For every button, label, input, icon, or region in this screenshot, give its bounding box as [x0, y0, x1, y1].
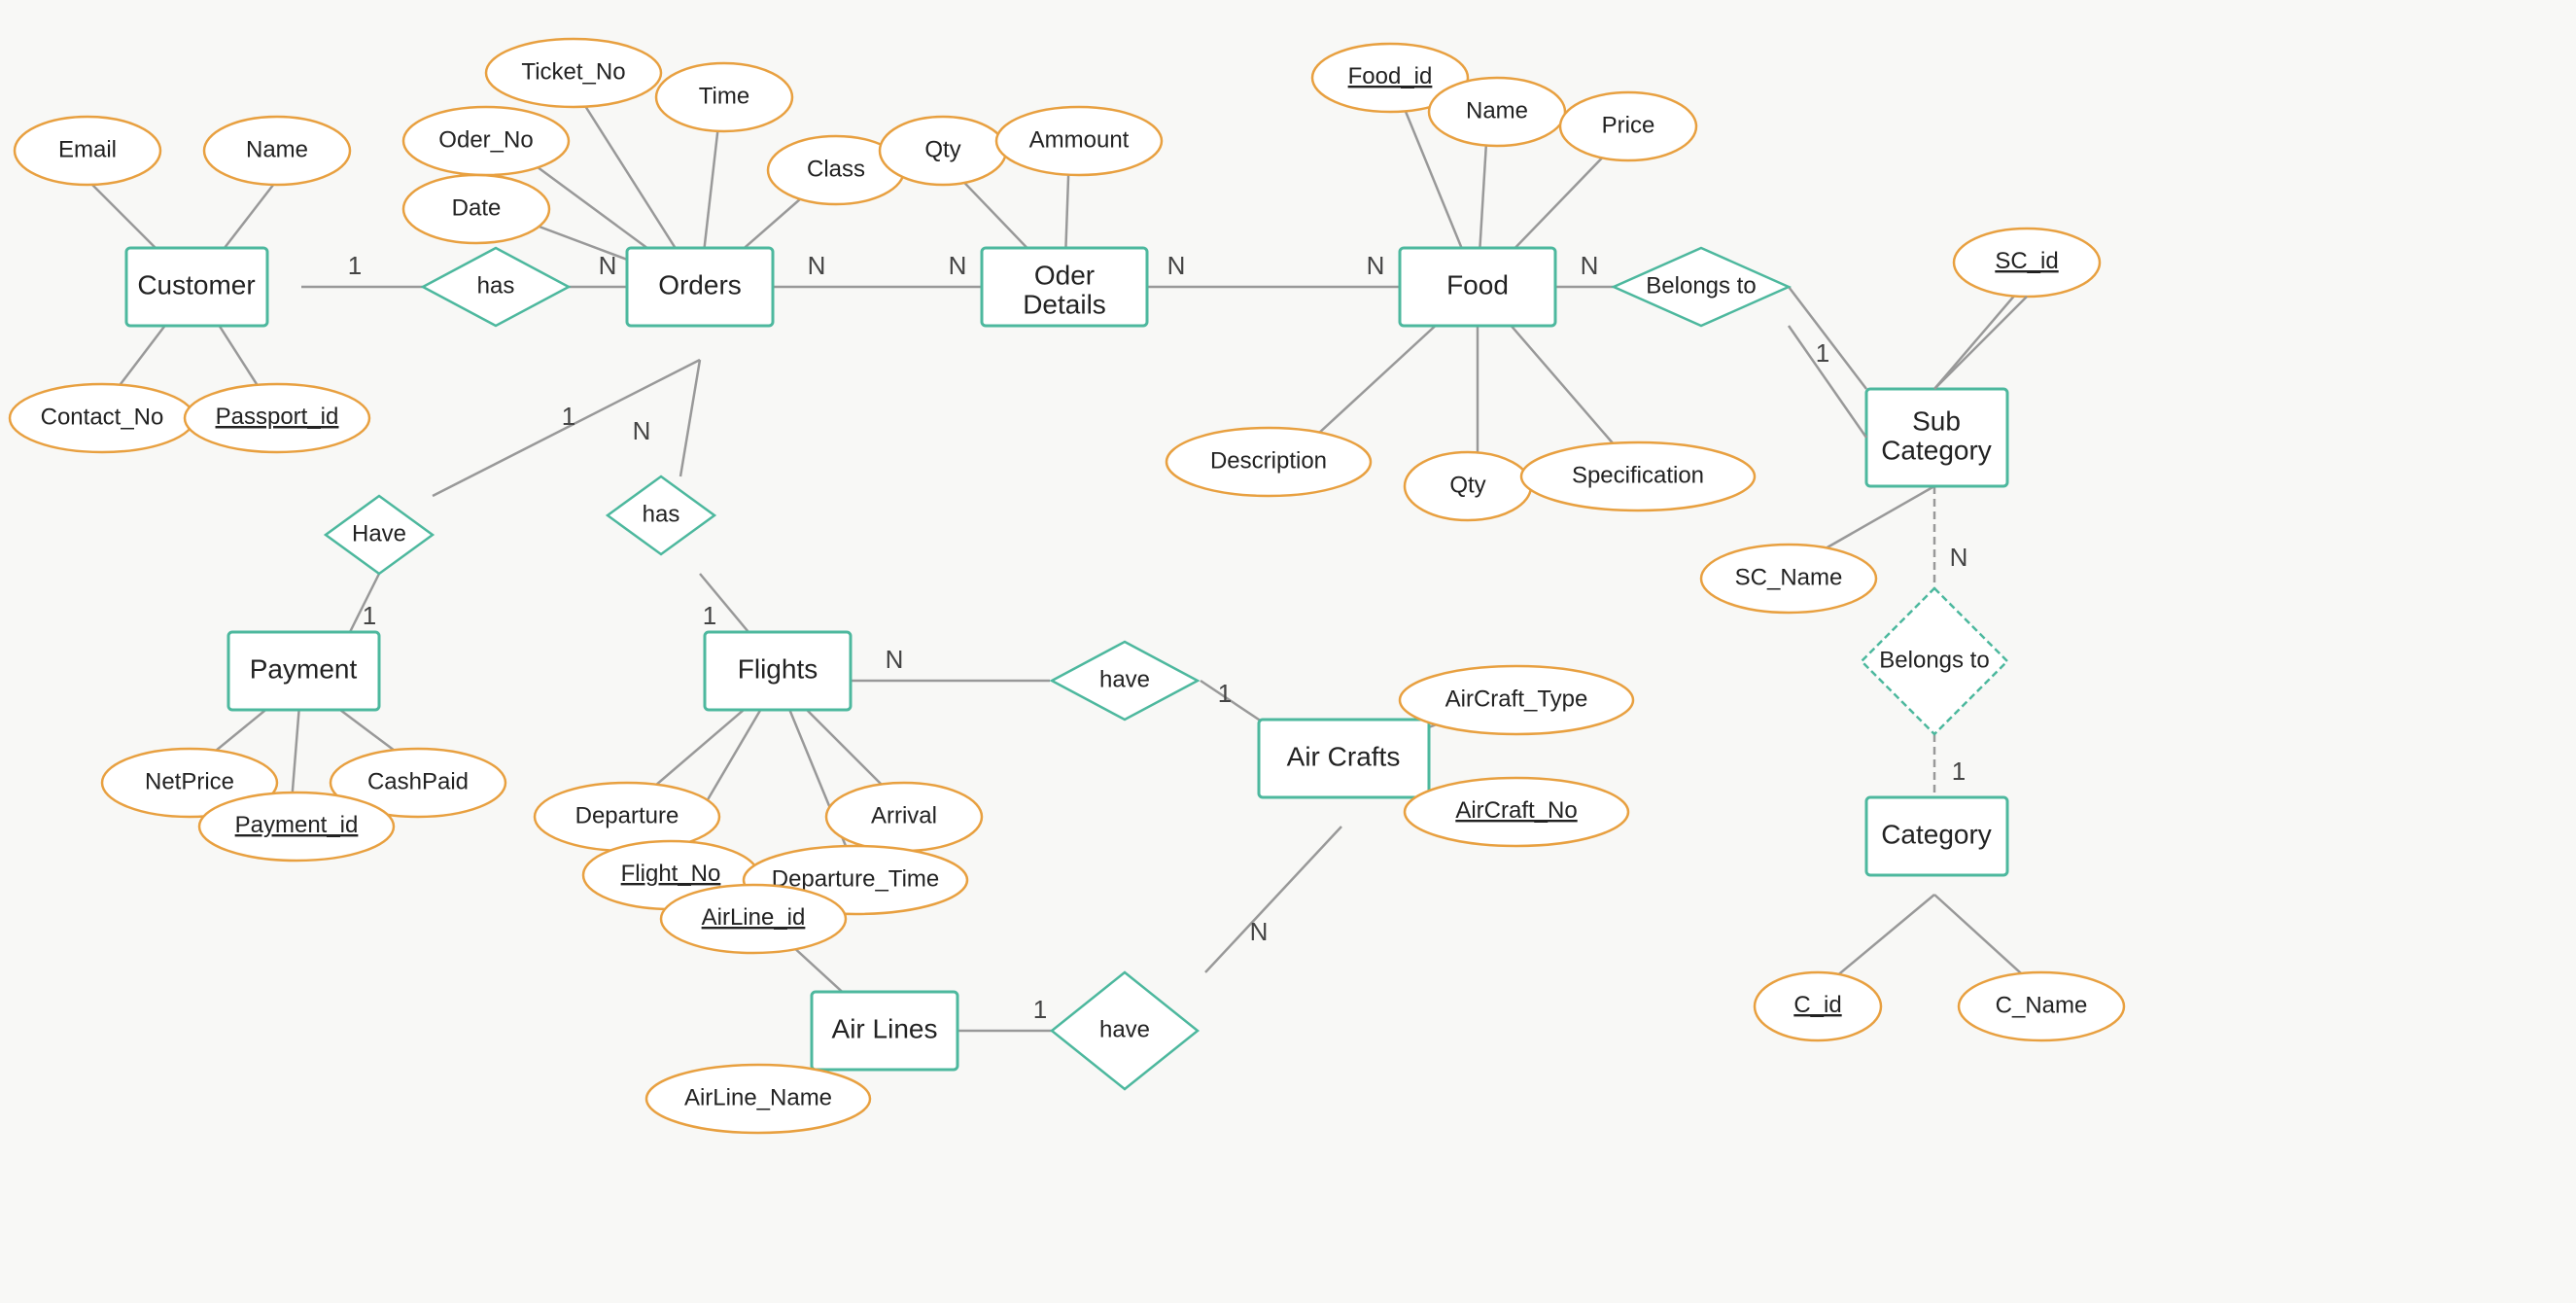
attr-c-id-label: C_id [1793, 992, 1841, 1018]
svg-text:N: N [1950, 543, 1968, 572]
svg-text:N: N [808, 251, 826, 280]
svg-text:N: N [886, 645, 904, 674]
attr-oder-no-label: Oder_No [438, 126, 533, 153]
svg-text:N: N [1250, 917, 1269, 946]
attr-airline-name-label: AirLine_Name [684, 1084, 832, 1110]
attr-ammount-label: Ammount [1029, 126, 1130, 153]
attr-cashpaid-label: CashPaid [367, 768, 469, 794]
rel-have2-label: have [1099, 666, 1150, 692]
attr-aircraft-type-label: AirCraft_Type [1445, 686, 1588, 712]
attr-date-label: Date [452, 194, 502, 221]
entity-sub-category-label1: Sub [1912, 405, 1961, 436]
entity-flights-label: Flights [738, 653, 818, 684]
svg-text:1: 1 [1816, 338, 1829, 368]
attr-c-name-label: C_Name [1996, 992, 2088, 1018]
rel-have3-label: have [1099, 1016, 1150, 1042]
rel-has1-label: has [477, 272, 515, 299]
attr-passport-id-label: Passport_id [216, 404, 339, 430]
attr-contact-no-label: Contact_No [41, 404, 164, 430]
svg-text:N: N [633, 416, 651, 445]
attr-email-label: Email [58, 136, 117, 162]
rel-belongs-to2-label: Belongs to [1879, 647, 1989, 673]
entity-oder-details-label2: Details [1023, 289, 1106, 319]
attr-ticket-no-label: Ticket_No [521, 58, 625, 85]
attr-food-id-label: Food_id [1348, 63, 1433, 89]
attr-sc-id-label: SC_id [1995, 248, 2058, 274]
svg-text:1: 1 [1952, 757, 1966, 786]
svg-text:1: 1 [363, 601, 376, 630]
svg-text:1: 1 [1033, 995, 1047, 1024]
rel-have1-label: Have [352, 520, 406, 546]
attr-qty-orders-label: Qty [924, 136, 960, 162]
entity-payment-label: Payment [250, 653, 358, 684]
attr-qty-food-label: Qty [1449, 472, 1485, 498]
attr-time-label: Time [699, 83, 749, 109]
entity-orders-label: Orders [658, 269, 742, 299]
attr-aircraft-no-label: AirCraft_No [1455, 797, 1577, 824]
svg-text:N: N [1581, 251, 1599, 280]
svg-text:1: 1 [1218, 679, 1232, 708]
svg-text:1: 1 [703, 601, 716, 630]
attr-specification-label: Specification [1572, 462, 1704, 488]
attr-arrival-label: Arrival [871, 802, 937, 828]
attr-payment-id-label: Payment_id [235, 812, 359, 838]
attr-class-label: Class [807, 156, 865, 182]
svg-text:N: N [1167, 251, 1186, 280]
attr-netprice-label: NetPrice [145, 768, 234, 794]
attr-name-customer-label: Name [246, 136, 308, 162]
attr-name-food-label: Name [1466, 97, 1528, 123]
svg-text:N: N [1367, 251, 1385, 280]
entity-customer-label: Customer [137, 269, 255, 299]
entity-food-label: Food [1446, 269, 1509, 299]
svg-text:1: 1 [348, 251, 362, 280]
attr-price-label: Price [1602, 112, 1655, 138]
svg-text:N: N [949, 251, 967, 280]
entity-category-label: Category [1881, 819, 1992, 849]
rel-has2-label: has [643, 501, 680, 527]
attr-departure-label: Departure [575, 802, 679, 828]
svg-text:1: 1 [562, 402, 575, 431]
attr-flight-no-label: Flight_No [621, 861, 721, 887]
entity-oder-details-label1: Oder [1034, 260, 1095, 290]
attr-airline-id-label: AirLine_id [702, 904, 806, 931]
entity-sub-category-label2: Category [1881, 435, 1992, 465]
rel-belongs-to1-label: Belongs to [1646, 272, 1756, 299]
entity-air-lines-label: Air Lines [832, 1013, 938, 1043]
attr-description-label: Description [1210, 447, 1327, 474]
attr-sc-name-label: SC_Name [1735, 564, 1843, 590]
er-diagram: 1 N N N N N N 1 [0, 0, 2576, 1303]
entity-air-crafts-label: Air Crafts [1287, 741, 1401, 771]
